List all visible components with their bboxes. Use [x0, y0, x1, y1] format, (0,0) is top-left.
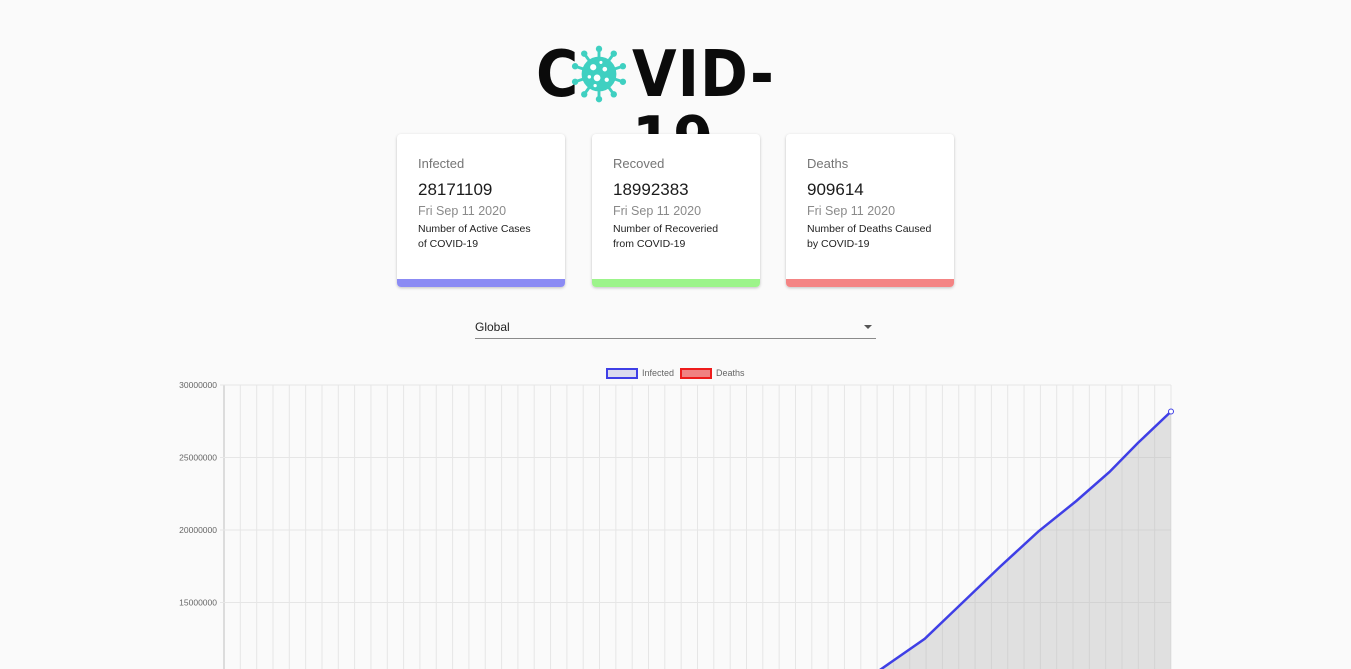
card-desc-line: by COVID-19 [807, 238, 870, 250]
card-description: Number of Deaths Caused by COVID-19 [807, 222, 940, 252]
covid-logo: C VID-19 [536, 42, 816, 174]
card-date: Fri Sep 11 2020 [613, 204, 702, 218]
caret-down-icon[interactable] [864, 325, 872, 329]
virus-spot [602, 66, 608, 72]
virus-spike-tip [610, 50, 617, 57]
virus-spike-tip [595, 95, 603, 103]
virus-spot [599, 60, 603, 64]
virus-spot [590, 64, 597, 71]
y-tick-label: 30000000 [179, 380, 217, 390]
y-axis-ticks: 30000000 25000000 20000000 15000000 [179, 380, 217, 608]
data-point [1168, 408, 1174, 415]
card-description: Number of Active Cases of COVID-19 [418, 222, 551, 252]
virus-spike-tip [619, 63, 627, 70]
card-description: Number of Recoveried from COVID-19 [613, 222, 746, 252]
card-date: Fri Sep 11 2020 [418, 204, 507, 218]
virus-spike-tip [571, 63, 579, 70]
legend-label[interactable]: Deaths [716, 368, 745, 378]
cases-chart: 30000000 25000000 20000000 15000000 Infecte… [179, 368, 1174, 669]
chart-legend: Infected Deaths [606, 368, 745, 379]
virus-spike-tip [581, 91, 588, 98]
card-desc-line: Number of Recoveried [613, 223, 719, 235]
virus-spike-tip [619, 78, 627, 85]
virus-icon [571, 45, 627, 103]
virus-spot [593, 83, 597, 88]
virus-spot [587, 75, 592, 79]
card-desc-line: of COVID-19 [418, 238, 479, 250]
virus-spike-tip [610, 91, 617, 98]
chart-series [872, 408, 1174, 669]
card-value: 18992383 [613, 180, 689, 199]
legend-swatch[interactable] [680, 368, 712, 379]
card-value: 909614 [807, 180, 864, 199]
deaths-card: Deaths 909614 Fri Sep 11 2020 Number of … [786, 134, 954, 287]
legend-swatch[interactable] [606, 368, 638, 379]
infected-card: Infected 28171109 Fri Sep 11 2020 Number… [397, 134, 565, 287]
virus-body [581, 56, 617, 92]
card-value: 28171109 [418, 180, 493, 199]
card-title: Recoved [613, 156, 665, 171]
virus-spike-tip [571, 78, 579, 85]
card-desc-line: Number of Active Cases [418, 223, 531, 235]
legend-label[interactable]: Infected [642, 368, 674, 378]
y-tick-label: 20000000 [179, 525, 217, 535]
recovered-card: Recoved 18992383 Fri Sep 11 2020 Number … [592, 134, 760, 287]
country-select-value: Global [475, 320, 510, 334]
card-accent-bar [592, 279, 760, 287]
country-select[interactable]: Global [475, 316, 876, 339]
infected-area [872, 411, 1171, 669]
card-title: Deaths [807, 156, 849, 171]
card-desc-line: Number of Deaths Caused [807, 223, 932, 235]
card-date: Fri Sep 11 2020 [807, 204, 896, 218]
y-tick-label: 25000000 [179, 453, 217, 463]
virus-spot [593, 74, 601, 82]
card-title: Infected [418, 156, 465, 171]
virus-spike-tip [595, 45, 603, 53]
card-accent-bar [397, 279, 565, 287]
card-accent-bar [786, 279, 954, 287]
virus-spike-tip [581, 50, 588, 57]
y-tick-label: 15000000 [179, 598, 217, 608]
virus-spot [604, 77, 609, 82]
card-desc-line: from COVID-19 [613, 238, 686, 250]
